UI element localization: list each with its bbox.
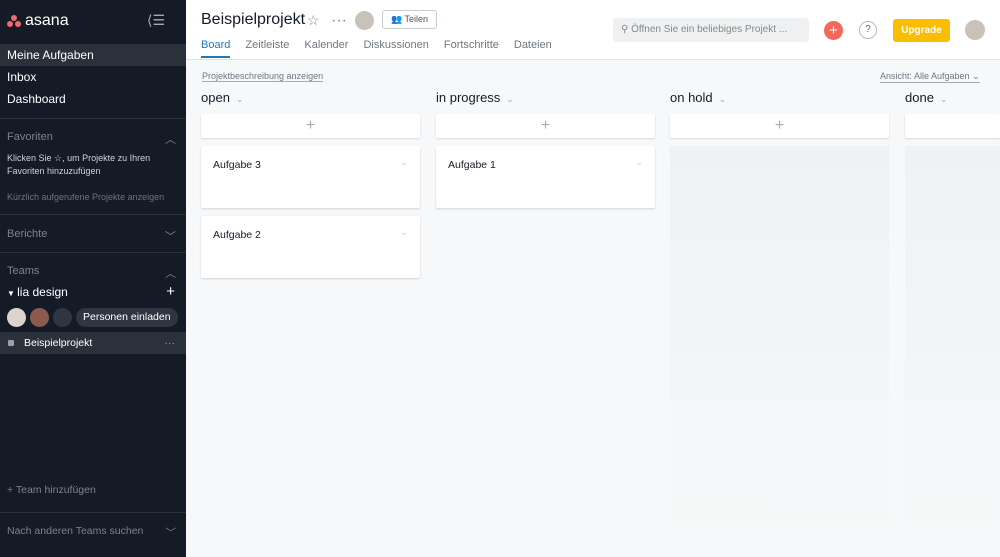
- team-lia-design[interactable]: ▼ lia design +: [0, 281, 186, 303]
- search-teams-label: Nach anderen Teams suchen: [7, 525, 144, 537]
- chevron-down-icon[interactable]: ⌄: [400, 157, 408, 168]
- star-icon[interactable]: ☆: [307, 12, 320, 29]
- column-title[interactable]: on hold: [670, 90, 713, 105]
- nav-inbox[interactable]: Inbox: [0, 66, 186, 88]
- avatar[interactable]: [7, 308, 26, 327]
- project-color-icon: [8, 340, 14, 346]
- favorites-header[interactable]: Favoriten ︿: [7, 131, 176, 147]
- board-column: open ⌄ + Aufgabe 3 ⌄ Aufgabe 2 ⌄: [201, 90, 420, 278]
- add-task-button[interactable]: +: [201, 114, 420, 138]
- reports-header[interactable]: Berichte ﹀: [7, 228, 176, 244]
- tab-progress[interactable]: Fortschritte: [444, 39, 499, 58]
- upgrade-button[interactable]: Upgrade: [893, 19, 950, 42]
- column-title[interactable]: in progress: [436, 90, 500, 105]
- board-column: done ⌄: [905, 90, 1000, 546]
- chevron-up-icon: ︿: [165, 268, 176, 280]
- nav-my-tasks[interactable]: Meine Aufgaben: [0, 44, 186, 66]
- people-icon: 👥: [391, 14, 405, 24]
- tab-discussions[interactable]: Diskussionen: [363, 39, 428, 58]
- more-icon[interactable]: ···: [331, 12, 347, 30]
- avatar[interactable]: [355, 11, 374, 30]
- chevron-up-icon: ︿: [165, 134, 176, 146]
- logo-icon: [7, 15, 21, 27]
- recent-projects-link[interactable]: Kürzlich aufgerufene Projekte anzeigen: [7, 191, 164, 204]
- task-card[interactable]: Aufgabe 2 ⌄: [201, 216, 420, 278]
- teams-title: Teams: [7, 265, 40, 277]
- page-title: Beispielprojekt: [201, 11, 306, 28]
- share-label: Teilen: [404, 14, 429, 24]
- tab-calendar[interactable]: Kalender: [304, 39, 348, 58]
- chevron-down-icon: ﹀: [165, 231, 176, 243]
- teams-header[interactable]: Teams ︿: [7, 265, 176, 281]
- add-task-button[interactable]: +: [436, 114, 655, 138]
- add-member-icon[interactable]: +: [166, 281, 175, 303]
- chevron-down-icon: ﹀: [165, 527, 177, 539]
- invite-people-button[interactable]: Personen einladen: [76, 308, 178, 327]
- column-title[interactable]: done: [905, 90, 934, 105]
- empty-column-area: [670, 146, 889, 546]
- project-item[interactable]: Beispielprojekt ···: [0, 332, 186, 354]
- add-team-button[interactable]: + Team hinzufügen: [7, 484, 96, 497]
- asana-logo[interactable]: asana: [7, 12, 69, 30]
- favorites-hint: Klicken Sie ☆, um Projekte zu Ihren Favo…: [7, 153, 151, 176]
- share-button[interactable]: 👥 Teilen: [382, 10, 438, 29]
- chevron-down-icon[interactable]: ⌄: [400, 227, 408, 238]
- more-icon[interactable]: ···: [165, 332, 176, 354]
- board-column: on hold ⌄ +: [670, 90, 889, 546]
- nav-dashboard[interactable]: Dashboard: [0, 88, 186, 110]
- view-filter-label: Ansicht: Alle Aufgaben: [880, 71, 970, 81]
- favorites-title: Favoriten: [7, 131, 53, 143]
- user-avatar[interactable]: [965, 20, 985, 40]
- board-column: in progress ⌄ + Aufgabe 1 ⌄: [436, 90, 655, 208]
- task-title: Aufgabe 3: [213, 159, 261, 171]
- tab-board[interactable]: Board: [201, 39, 231, 58]
- chevron-down-icon[interactable]: ⌄: [635, 157, 643, 168]
- avatar-placeholder: [53, 308, 72, 327]
- collapse-sidebar-icon[interactable]: ⟨☰: [147, 12, 165, 29]
- tab-timeline[interactable]: Zeitleiste: [245, 39, 289, 58]
- search-placeholder: Öffnen Sie ein beliebiges Projekt ...: [631, 24, 788, 35]
- chevron-down-icon[interactable]: ⌄: [719, 94, 727, 104]
- quick-add-button[interactable]: +: [824, 21, 843, 40]
- caret-icon: ▼: [7, 289, 18, 298]
- team-name: lia design: [17, 285, 68, 299]
- task-title: Aufgabe 2: [213, 229, 261, 241]
- header: Beispielprojekt ☆ ··· 👥 Teilen Board Zei…: [186, 0, 1000, 60]
- add-task-button[interactable]: [905, 114, 1000, 138]
- tab-files[interactable]: Dateien: [514, 39, 552, 58]
- task-card[interactable]: Aufgabe 1 ⌄: [436, 146, 655, 208]
- chevron-down-icon[interactable]: ⌄: [236, 94, 244, 104]
- sidebar: asana ⟨☰ Meine Aufgaben Inbox Dashboard …: [0, 0, 186, 557]
- search-teams-link[interactable]: Nach anderen Teams suchen ﹀: [7, 525, 176, 540]
- search-icon: ⚲: [621, 24, 632, 35]
- project-name: Beispielprojekt: [24, 337, 93, 349]
- show-description-link[interactable]: Projektbeschreibung anzeigen: [202, 71, 324, 82]
- chevron-down-icon[interactable]: ⌄: [940, 94, 948, 104]
- chevron-down-icon[interactable]: ⌄: [506, 94, 514, 104]
- view-filter-dropdown[interactable]: Ansicht: Alle Aufgaben ⌄: [880, 71, 980, 83]
- task-title: Aufgabe 1: [448, 159, 496, 171]
- search-input[interactable]: ⚲ Öffnen Sie ein beliebiges Projekt ...: [613, 18, 809, 42]
- column-title[interactable]: open: [201, 90, 230, 105]
- task-card[interactable]: Aufgabe 3 ⌄: [201, 146, 420, 208]
- reports-title: Berichte: [7, 228, 48, 240]
- add-task-button[interactable]: +: [670, 114, 889, 138]
- logo-text: asana: [25, 12, 69, 29]
- help-button[interactable]: ?: [859, 21, 877, 39]
- avatar[interactable]: [30, 308, 49, 327]
- empty-column-area: [905, 146, 1000, 546]
